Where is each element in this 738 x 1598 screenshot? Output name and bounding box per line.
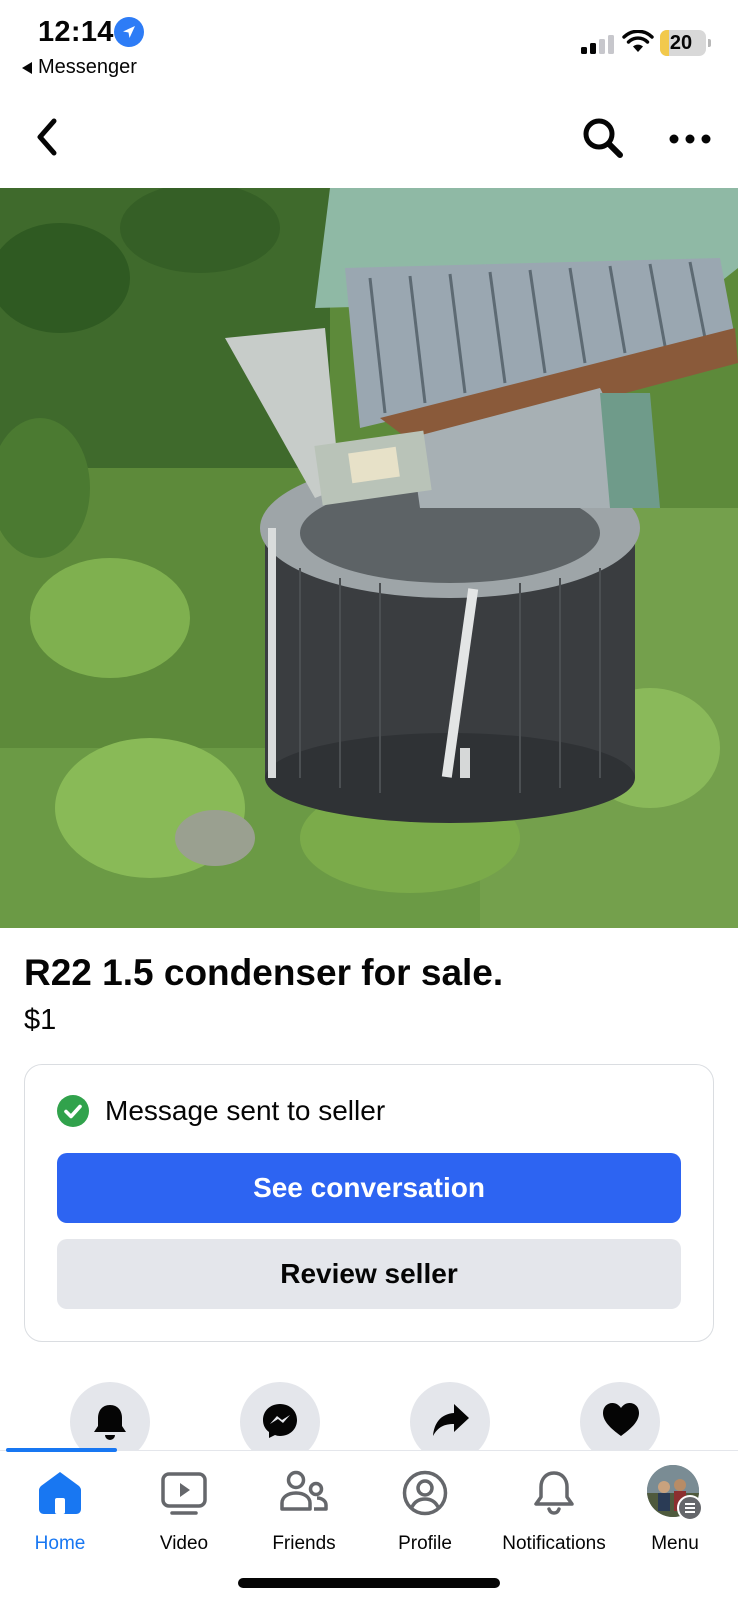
active-tab-indicator <box>6 1448 117 1452</box>
location-arrow-icon <box>114 17 144 47</box>
tab-menu[interactable]: Menu <box>615 1465 735 1569</box>
cellular-signal-icon <box>581 34 615 54</box>
tab-friends[interactable]: Friends <box>244 1469 364 1569</box>
tab-label: Notifications <box>502 1533 606 1554</box>
tab-label: Home <box>34 1533 86 1554</box>
battery-icon: 20 <box>660 30 711 56</box>
tab-label: Menu <box>651 1533 699 1554</box>
status-bar: 12:14 Messenger 20 <box>0 0 738 90</box>
status-time: 12:14 <box>38 16 114 48</box>
tab-label: Friends <box>272 1533 336 1554</box>
messenger-icon <box>263 1404 297 1438</box>
message-status-card: Message sent to seller See conversation … <box>24 1064 714 1342</box>
tab-profile[interactable]: Profile <box>365 1469 485 1569</box>
back-app-label: Messenger <box>38 56 137 78</box>
check-circle-icon <box>57 1095 89 1127</box>
home-icon <box>36 1469 84 1517</box>
video-icon <box>160 1469 208 1517</box>
bell-icon <box>94 1405 126 1440</box>
back-to-messenger[interactable]: Messenger <box>22 56 137 79</box>
listing-title: R22 1.5 condenser for sale. <box>24 952 504 993</box>
search-icon[interactable] <box>580 115 626 161</box>
message-sent-row: Message sent to seller <box>57 1095 385 1127</box>
heart-icon <box>603 1403 639 1436</box>
see-conversation-button[interactable]: See conversation <box>57 1153 681 1223</box>
battery-level: 20 <box>669 32 693 54</box>
back-triangle-icon <box>22 61 32 74</box>
listing-price: $1 <box>24 1004 57 1036</box>
tab-label: Profile <box>398 1533 452 1554</box>
home-indicator <box>238 1578 500 1588</box>
share-icon <box>433 1404 469 1436</box>
wifi-icon <box>622 30 654 52</box>
tab-video[interactable]: Video <box>124 1469 244 1569</box>
menu-badge-icon <box>677 1495 703 1521</box>
tab-label: Video <box>159 1533 209 1554</box>
tab-home[interactable]: Home <box>0 1469 120 1569</box>
message-sent-text: Message sent to seller <box>105 1095 386 1126</box>
notifications-icon <box>530 1469 578 1517</box>
more-icon[interactable] <box>668 124 712 154</box>
listing-photo[interactable] <box>0 188 738 928</box>
review-seller-button[interactable]: Review seller <box>57 1239 681 1309</box>
back-chevron-icon[interactable] <box>30 115 70 159</box>
profile-icon <box>401 1469 449 1517</box>
menu-avatar-icon <box>647 1465 703 1521</box>
bottom-tab-bar: Home Video Friends Profile Notifications… <box>0 1448 738 1598</box>
tab-notifications[interactable]: Notifications <box>494 1469 614 1569</box>
friends-icon <box>280 1469 328 1517</box>
